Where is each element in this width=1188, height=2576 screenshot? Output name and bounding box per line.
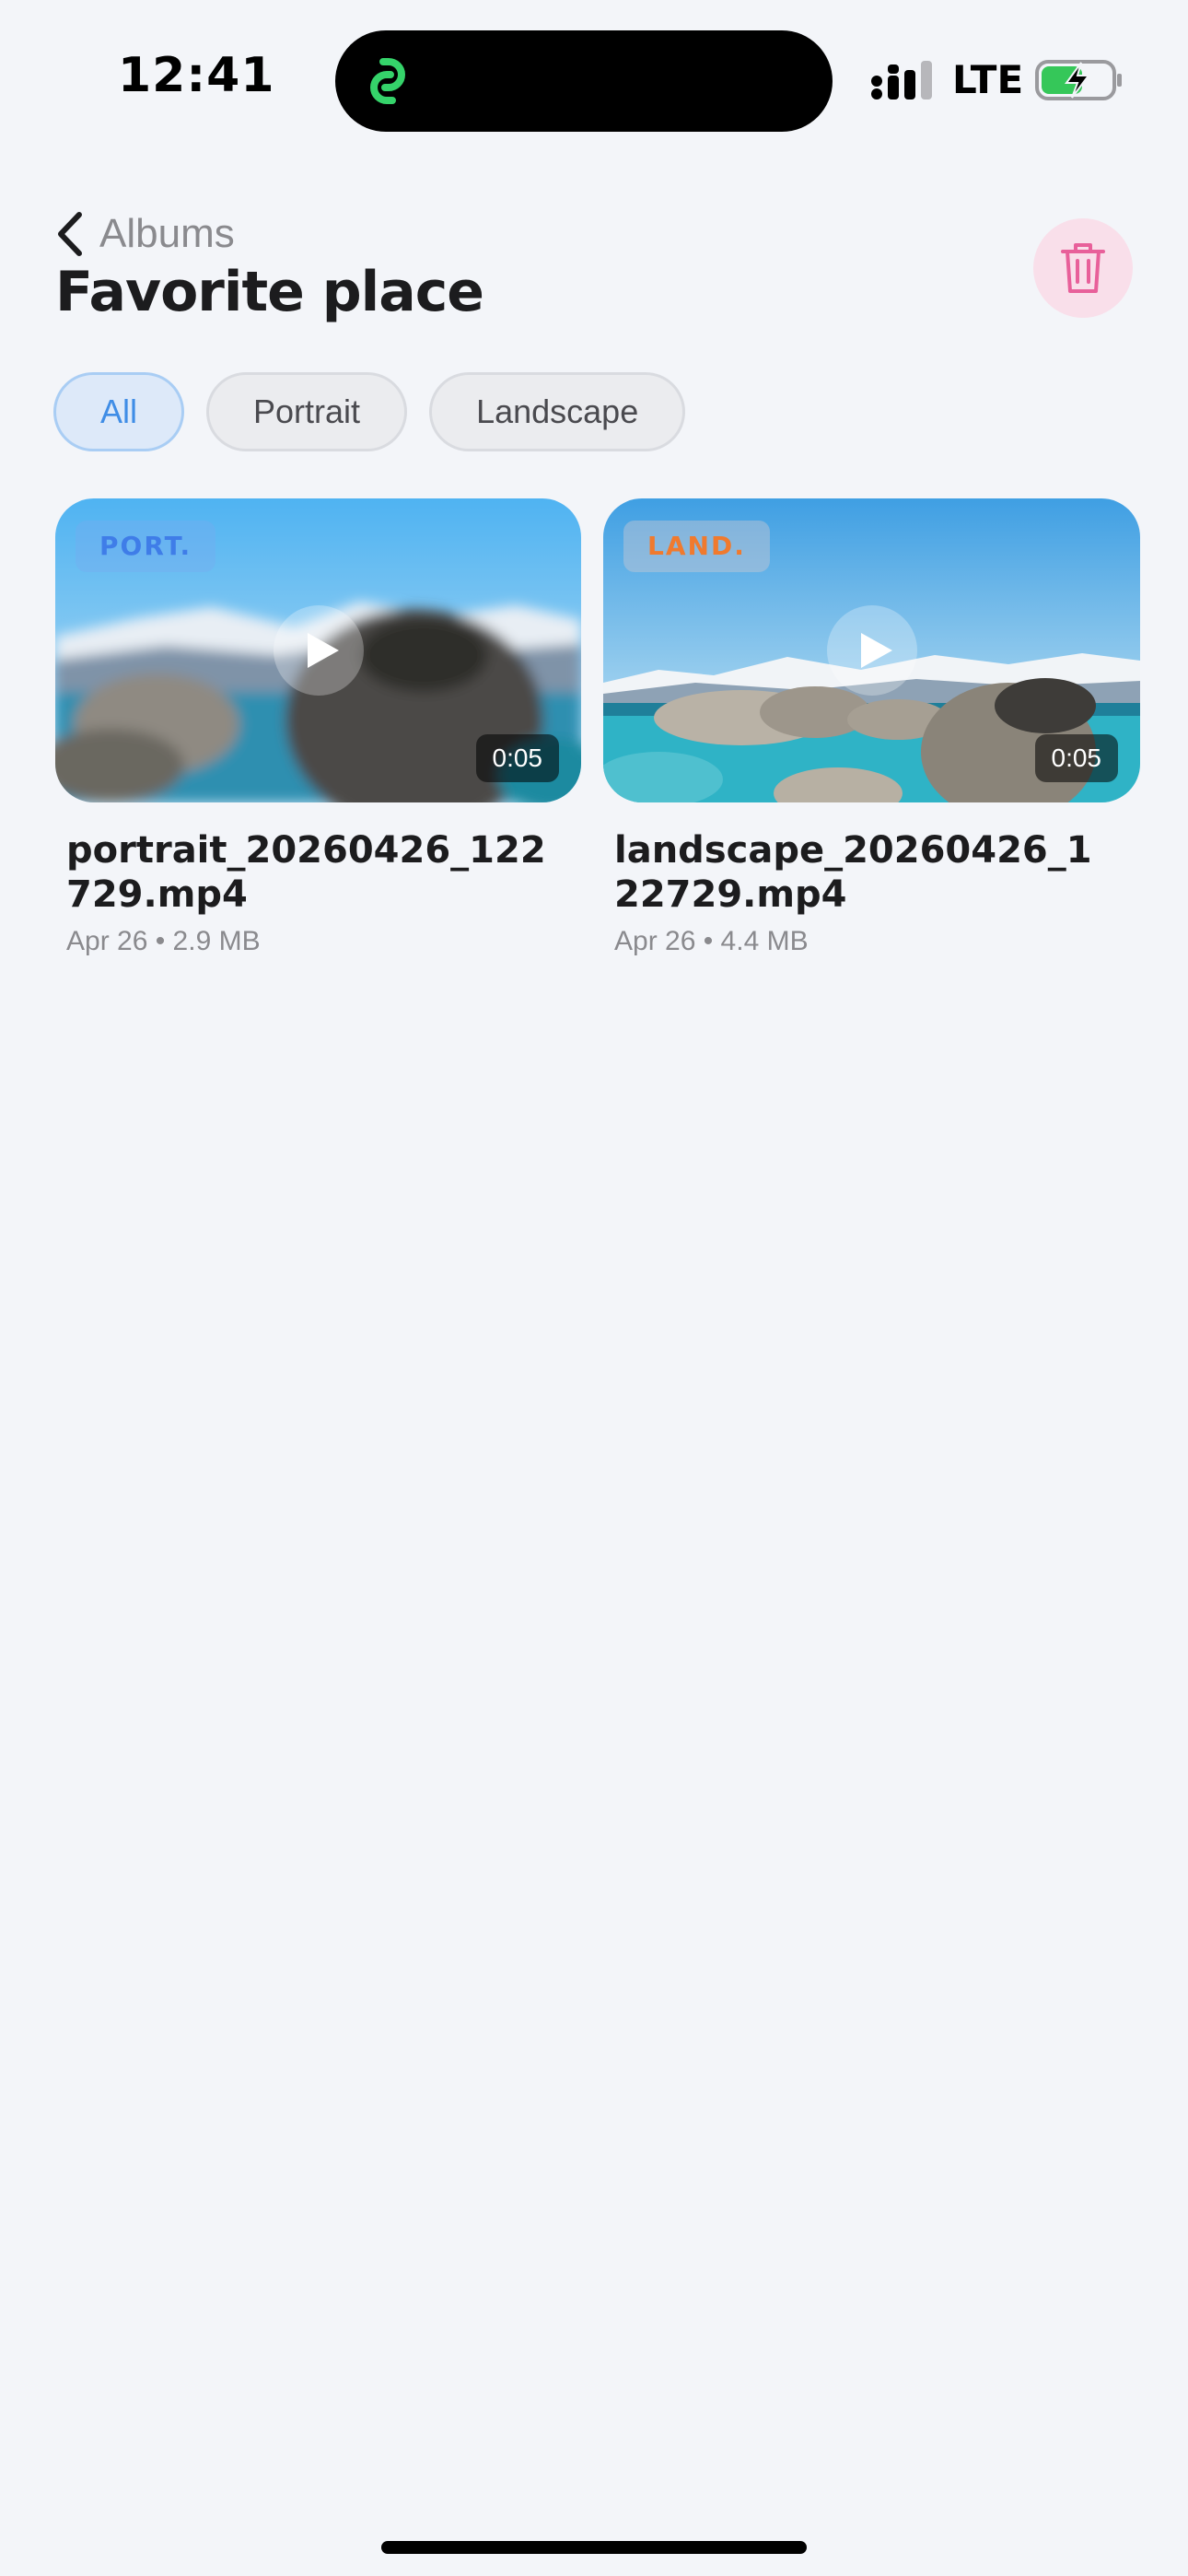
page-title: Favorite place xyxy=(55,260,484,324)
status-time: 12:41 xyxy=(118,48,275,103)
video-thumbnail[interactable]: PORT. 0:05 xyxy=(55,498,581,802)
home-indicator[interactable] xyxy=(381,2541,807,2554)
video-meta: Apr 26 • 2.9 MB xyxy=(66,926,261,956)
play-icon xyxy=(307,633,339,668)
link-app-icon xyxy=(370,58,405,104)
duration-label: 0:05 xyxy=(1034,734,1118,782)
portrait-badge: PORT. xyxy=(76,521,216,572)
trash-icon xyxy=(1061,243,1105,293)
play-button[interactable] xyxy=(826,605,917,696)
network-type: LTE xyxy=(952,57,1024,102)
chevron-left-icon xyxy=(58,212,82,256)
play-button[interactable] xyxy=(273,605,364,696)
filter-chips: All Portrait Landscape xyxy=(53,372,686,451)
video-meta: Apr 26 • 4.4 MB xyxy=(614,926,809,956)
video-card[interactable]: LAND. 0:05 landscape_20260426_122729.mp4… xyxy=(603,498,1140,957)
dynamic-island xyxy=(335,30,833,132)
filter-chip-portrait[interactable]: Portrait xyxy=(206,372,408,451)
battery-charging-icon xyxy=(1035,60,1122,100)
duration-label: 0:05 xyxy=(475,734,559,782)
landscape-badge: LAND. xyxy=(623,521,770,572)
back-label: Albums xyxy=(99,211,235,256)
delete-album-button[interactable] xyxy=(1033,218,1133,318)
filter-chip-all[interactable]: All xyxy=(53,372,185,451)
back-button[interactable]: Albums xyxy=(52,205,235,263)
video-filename: landscape_20260426_122729.mp4 xyxy=(614,829,1092,916)
filter-chip-landscape[interactable]: Landscape xyxy=(429,372,686,451)
status-bar: 12:41 LTE xyxy=(0,0,1188,157)
video-grid: PORT. 0:05 portrait_20260426_122729.mp4 … xyxy=(55,498,1140,957)
video-card[interactable]: PORT. 0:05 portrait_20260426_122729.mp4 … xyxy=(55,498,581,957)
play-icon xyxy=(860,633,892,668)
signal-icon xyxy=(871,61,932,100)
video-thumbnail[interactable]: LAND. 0:05 xyxy=(603,498,1140,802)
video-filename: portrait_20260426_122729.mp4 xyxy=(66,829,546,916)
